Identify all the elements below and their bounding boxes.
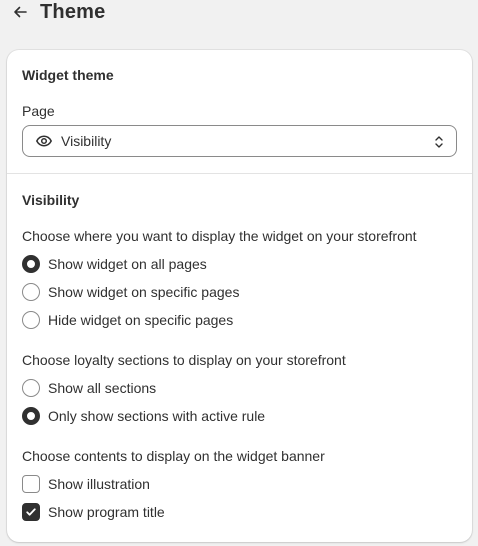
page-header: Theme (10, 0, 105, 26)
radio-button[interactable] (22, 255, 40, 273)
back-button[interactable] (10, 2, 30, 22)
radio-option-specific-pages[interactable]: Show widget on specific pages (22, 282, 239, 302)
radio-option-active-rule-sections[interactable]: Only show sections with active rule (22, 406, 265, 426)
section-divider (7, 173, 472, 174)
radio-button[interactable] (22, 379, 40, 397)
radio-button[interactable] (22, 311, 40, 329)
eye-icon (35, 132, 53, 150)
theme-card: Widget theme Page Visibility Visibility … (7, 50, 472, 542)
display-question: Choose where you want to display the wid… (22, 228, 417, 244)
page-select[interactable]: Visibility (22, 125, 457, 157)
banner-question: Choose contents to display on the widget… (22, 448, 325, 464)
option-label: Show widget on specific pages (48, 284, 240, 300)
option-label: Only show sections with active rule (48, 408, 266, 424)
radio-button[interactable] (22, 283, 40, 301)
option-label: Show illustration (48, 476, 150, 492)
sections-question: Choose loyalty sections to display on yo… (22, 352, 346, 368)
option-label: Hide widget on specific pages (48, 312, 234, 328)
option-label: Show widget on all pages (48, 256, 207, 272)
page-field-label: Page (22, 103, 55, 119)
checkbox[interactable] (22, 475, 40, 493)
page-select-value: Visibility (61, 133, 112, 149)
checkbox-option-program-title[interactable]: Show program title (22, 502, 165, 522)
radio-option-all-sections[interactable]: Show all sections (22, 378, 156, 398)
radio-option-hide-specific-pages[interactable]: Hide widget on specific pages (22, 310, 233, 330)
arrow-left-icon (14, 6, 27, 18)
radio-option-all-pages[interactable]: Show widget on all pages (22, 254, 207, 274)
select-chevron-icon (432, 133, 446, 151)
visibility-title: Visibility (22, 192, 80, 208)
widget-theme-title: Widget theme (22, 67, 114, 83)
radio-button[interactable] (22, 407, 40, 425)
checkbox-option-illustration[interactable]: Show illustration (22, 474, 150, 494)
checkmark-icon (26, 508, 36, 516)
option-label: Show all sections (48, 380, 157, 396)
checkbox[interactable] (22, 503, 40, 521)
option-label: Show program title (48, 504, 165, 520)
page-title: Theme (40, 0, 106, 23)
